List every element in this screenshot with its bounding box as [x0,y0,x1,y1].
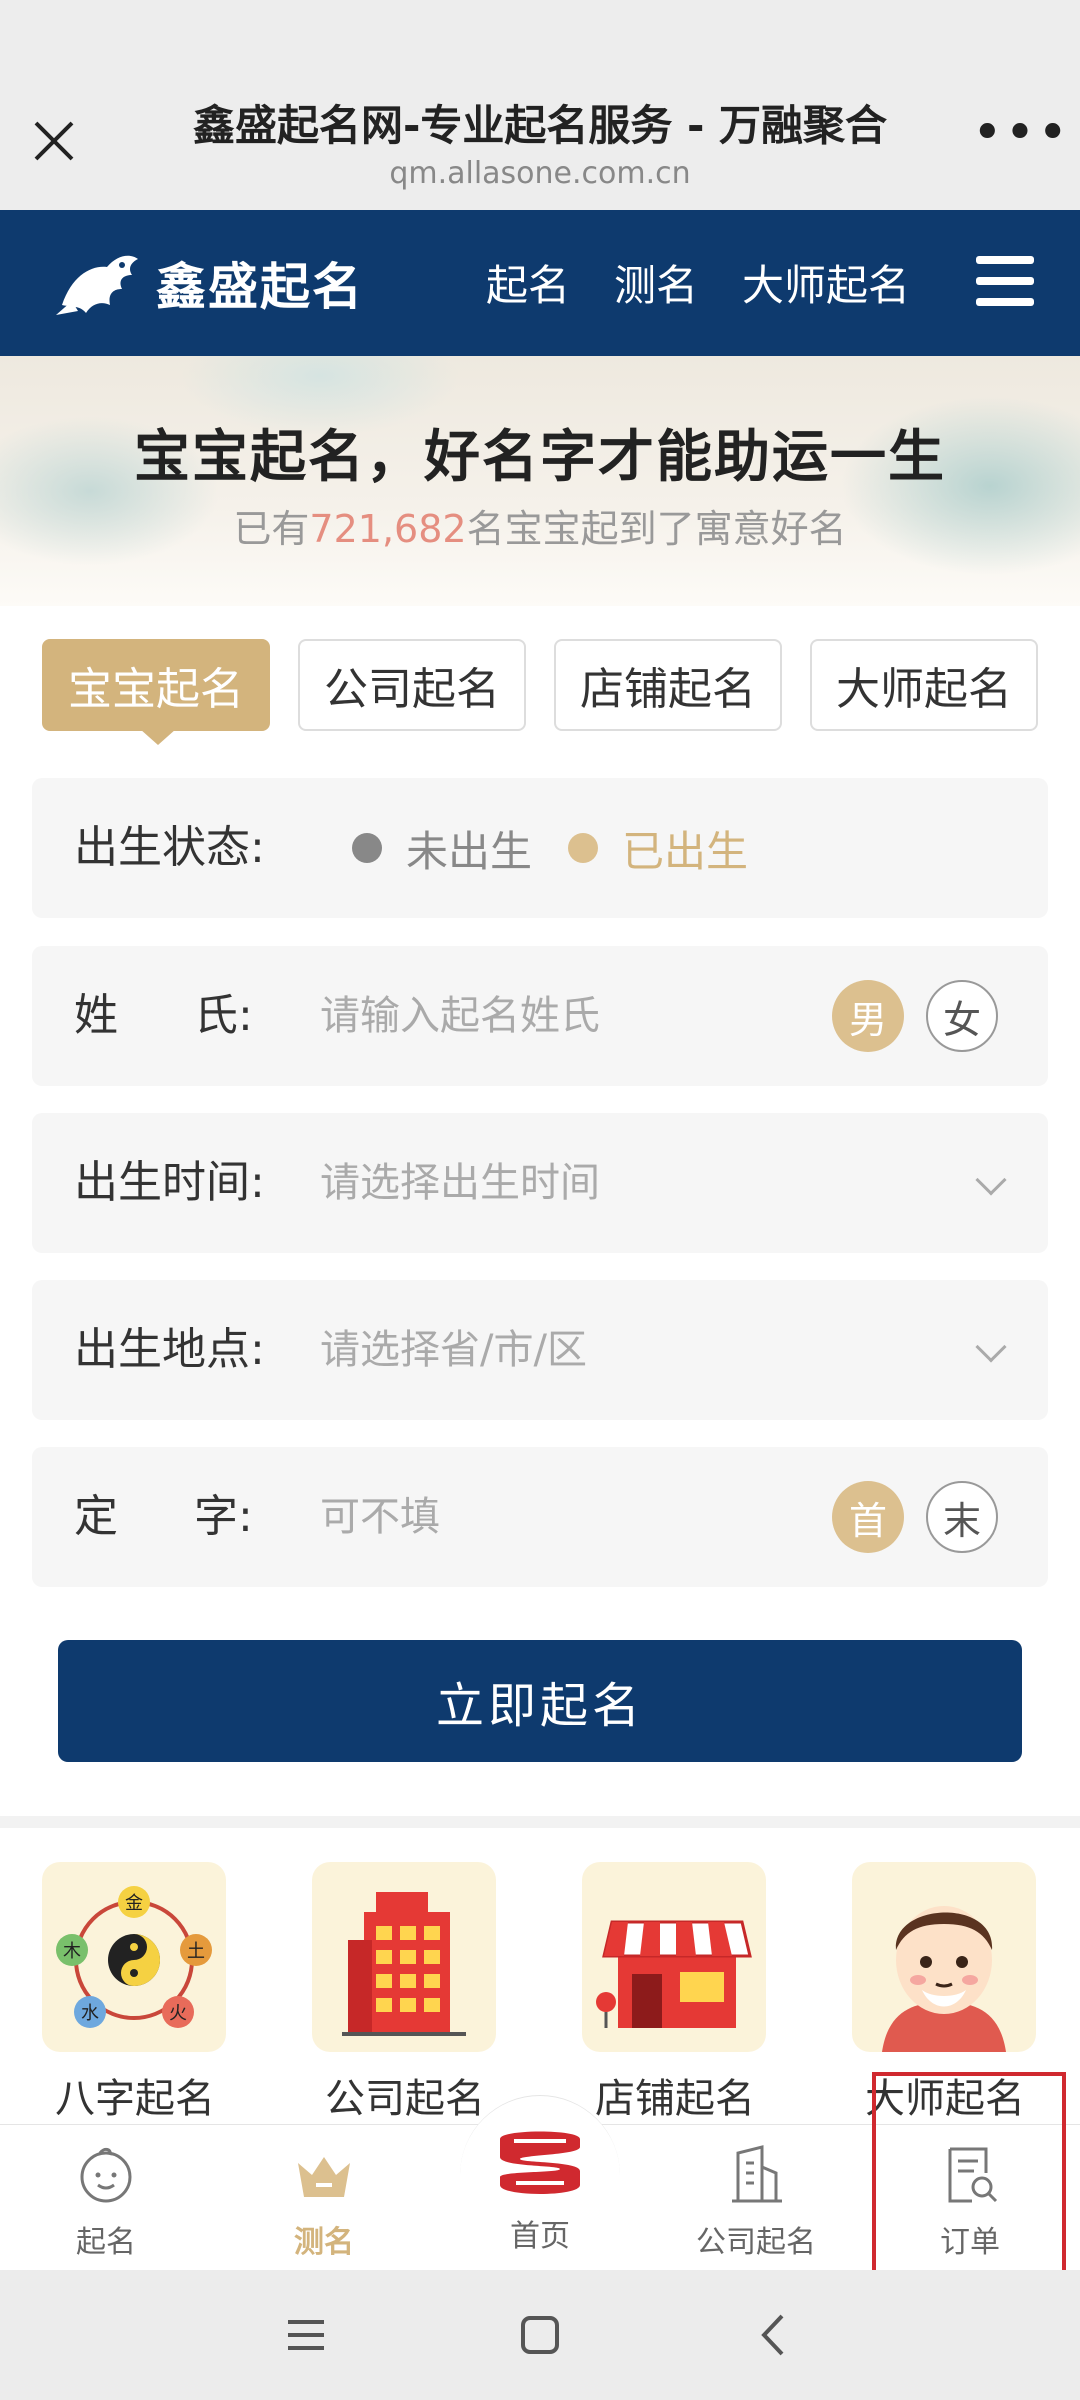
hero-title: 宝宝起名，好名字才能助运一生 [134,425,946,490]
fixed-char-input[interactable]: 可不填 [320,1447,440,1587]
feature-shop-naming[interactable]: 店铺起名 [582,1862,768,2124]
gender-selector: 男 女 [832,980,998,1052]
birth-status-label: 出生状态: [74,822,265,873]
hamburger-menu-icon[interactable] [976,256,1034,306]
nav-links: 起名 测名 大师起名 [486,252,910,313]
dragon-logo-icon [56,255,138,315]
tabbar-label: 测名 [294,2225,354,2260]
named-babies-count: 721,682 [309,507,467,551]
back-icon[interactable] [744,2310,804,2360]
gender-female-button[interactable]: 女 [926,980,998,1052]
tabbar-qiming[interactable]: 起名 [16,2143,196,2261]
building-outline-icon [732,2145,782,2203]
hero-subtitle: 已有721,682名宝宝起到了寓意好名 [233,507,847,551]
wuxing-fire: 火 [169,2003,187,2024]
bazi-wuxing-icon: 金 木 土 水 火 [56,1886,212,2028]
browser-url: qm.allasone.com.cn [389,156,691,191]
home-logo-icon [500,2131,580,2194]
fixed-char-field: 定字: 可不填 首 末 [32,1447,1048,1587]
feature-bazi-naming[interactable]: 金 木 土 水 火 八字起名 [42,1862,228,2124]
tabbar-company[interactable]: 公司起名 [666,2143,846,2261]
logo-text: 鑫盛起名 [156,258,364,316]
crown-icon [298,2157,350,2197]
tab-baby-naming[interactable]: 宝宝起名 [42,639,270,745]
birth-time-select[interactable]: 请选择出生时间 [320,1113,600,1253]
birth-place-label: 出生地点: [74,1324,265,1375]
position-last-button[interactable]: 末 [926,1481,998,1553]
tabbar-label: 公司起名 [696,2225,816,2260]
nav-link-dashi[interactable]: 大师起名 [742,252,910,313]
tabbar-home[interactable]: 首页 [450,2125,630,2255]
master-avatar-icon [882,1906,1006,2052]
birth-status-field: 出生状态: 未出生 已出生 [32,778,1048,918]
surname-label: 姓氏: [74,990,253,1041]
char-position-selector: 首 末 [832,1481,998,1553]
gender-male-button[interactable]: 男 [832,980,904,1052]
nav-link-qiming[interactable]: 起名 [486,252,570,313]
radio-dot-unselected [352,833,382,863]
system-navigation-bar [0,2270,1080,2400]
chevron-down-icon [975,1164,1007,1196]
feature-label: 八字起名 [55,2076,215,2122]
site-logo[interactable]: 鑫盛起名 [52,240,364,326]
birth-place-field[interactable]: 出生地点: 请选择省/市/区 [32,1280,1048,1420]
radio-dot-selected [568,833,599,863]
fixed-char-label: 定字: [74,1491,253,1542]
birth-time-label: 出生时间: [74,1157,265,1208]
browser-page-title: 鑫盛起名网-专业起名服务 - 万融聚合 [192,101,888,150]
feature-label: 公司起名 [325,2076,485,2122]
feature-company-naming[interactable]: 公司起名 [312,1862,498,2124]
wuxing-wood: 木 [63,1941,81,1962]
radio-born[interactable]: 已出生 [568,818,748,879]
tab-shop-naming[interactable]: 店铺起名 [554,639,782,731]
hero-banner: 宝宝起名，好名字才能助运一生 已有721,682名宝宝起到了寓意好名 [0,356,1080,606]
recent-apps-icon[interactable] [276,2310,336,2360]
tabbar-ceming[interactable]: 测名 [234,2143,414,2261]
wuxing-metal: 金 [125,1893,143,1914]
wuxing-water: 水 [81,2003,99,2024]
tabbar-label: 起名 [76,2225,136,2260]
tab-company-naming[interactable]: 公司起名 [298,639,526,731]
submit-naming-button[interactable]: 立即起名 [58,1640,1022,1762]
browser-title-bar: 鑫盛起名网-专业起名服务 - 万融聚合 qm.allasone.com.cn •… [0,0,1080,210]
nav-link-ceming[interactable]: 测名 [614,252,698,313]
birth-place-select[interactable]: 请选择省/市/区 [320,1280,587,1420]
naming-form: 宝宝起名 公司起名 店铺起名 大师起名 出生状态: 未出生 已出生 姓氏: 请输… [0,606,1080,1816]
tab-master-naming[interactable]: 大师起名 [810,639,1038,731]
building-icon [342,1892,466,2036]
shop-icon [596,1920,752,2028]
birth-time-field[interactable]: 出生时间: 请选择出生时间 [32,1113,1048,1253]
feature-label: 店铺起名 [595,2076,755,2122]
position-first-button[interactable]: 首 [832,1481,904,1553]
home-button-icon[interactable] [510,2310,570,2360]
baby-face-icon [80,2147,132,2203]
surname-field: 姓氏: 请输入起名姓氏 男 女 [32,946,1048,1086]
radio-unborn[interactable]: 未出生 [352,818,532,879]
tabbar-label: 首页 [510,2219,570,2254]
chevron-down-icon [975,1331,1007,1363]
close-icon[interactable] [28,115,80,167]
more-menu-icon[interactable]: ••• [972,107,1068,159]
naming-type-tabs: 宝宝起名 公司起名 店铺起名 大师起名 [42,639,1038,745]
site-header: 鑫盛起名 起名 测名 大师起名 [0,210,1080,356]
surname-input[interactable]: 请输入起名姓氏 [320,946,600,1086]
wuxing-earth: 土 [187,1941,205,1962]
